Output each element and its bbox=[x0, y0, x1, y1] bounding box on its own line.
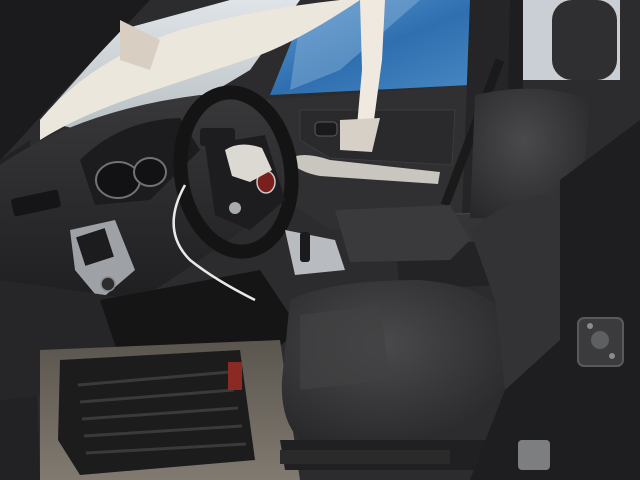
striker-screw-top bbox=[587, 323, 593, 329]
door-hinge bbox=[518, 440, 550, 470]
driver-seat-insert bbox=[300, 305, 390, 390]
door-handle bbox=[314, 121, 338, 137]
gear-selector bbox=[300, 232, 310, 262]
seat-rail bbox=[280, 450, 450, 464]
striker-bolt bbox=[591, 331, 609, 349]
striker-screw-bottom bbox=[609, 353, 615, 359]
passenger-headrest bbox=[552, 0, 617, 80]
floor-mat-label bbox=[228, 362, 242, 390]
steering-button-left bbox=[229, 202, 241, 214]
passenger-seat-cushion bbox=[335, 205, 470, 262]
speedometer bbox=[95, 161, 141, 199]
car-interior-scene bbox=[0, 0, 640, 480]
hvac-knob bbox=[100, 276, 116, 292]
tachometer bbox=[133, 157, 167, 187]
